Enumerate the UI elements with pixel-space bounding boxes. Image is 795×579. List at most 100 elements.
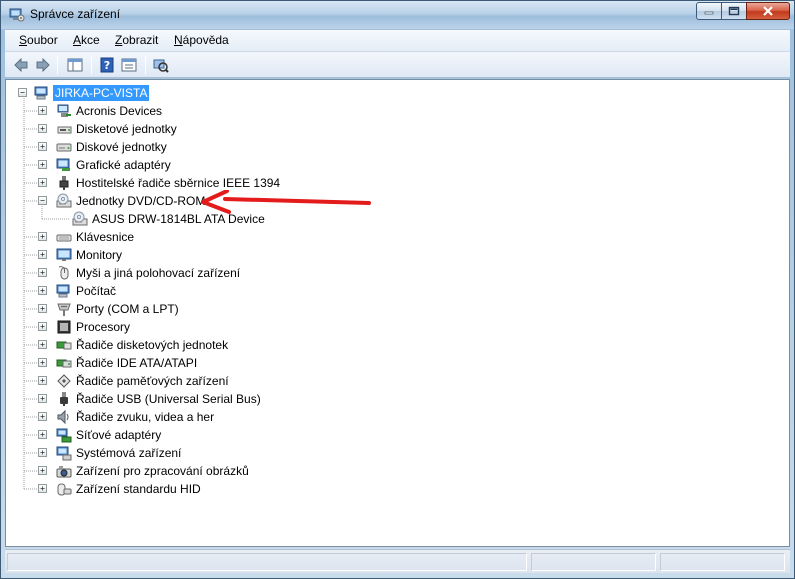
tree-expand-toggle[interactable]: + [38,268,47,277]
back-icon [14,58,28,72]
display-adapter-icon [56,158,70,171]
tree-item-label: Řadiče paměťových zařízení [76,374,229,388]
tree-category-item[interactable]: + Diskové jednotky [6,138,789,156]
tree-category-item[interactable]: + Řadiče zvuku, videa a her [6,408,789,426]
minimize-button[interactable] [696,2,722,20]
storage-controller-icon [57,374,71,388]
tree-category-item[interactable]: + Řadiče paměťových zařízení [6,372,789,390]
tree-expand-toggle[interactable]: + [38,124,47,133]
tree-device-item[interactable]: ASUS DRW-1814BL ATA Device [6,210,789,228]
tree-root-label: JIRKA-PC-VISTA [53,85,150,101]
device-manager-window: Správce zařízení Soubor Akce Zobrazit Ná… [0,0,795,579]
status-pane-tertiary [660,553,785,571]
tree-collapse-toggle[interactable]: − [38,196,47,205]
forward-button[interactable] [33,56,53,74]
properties-button[interactable] [119,56,139,74]
help-button[interactable]: ? [97,56,117,74]
tree-item-label: Systémová zařízení [76,446,182,460]
tree-category-item[interactable]: + Systémová zařízení [6,444,789,462]
tree-category-item[interactable]: + Hostitelské řadiče sběrnice IEEE 1394 [6,174,789,192]
tree-category-item[interactable]: + Acronis Devices [6,102,789,120]
tree-expand-toggle[interactable]: + [38,322,47,331]
tree-item-label: Řadiče zvuku, videa a her [76,410,215,424]
tree-category-item[interactable]: + Myši a jiná polohovací zařízení [6,264,789,282]
tree-expand-toggle[interactable]: + [38,142,47,151]
tree-item-label: Počítač [76,284,117,298]
tree-item-label: Řadiče IDE ATA/ATAPI [76,356,198,370]
tree-expand-toggle[interactable]: + [38,466,47,475]
svg-text:?: ? [104,59,110,72]
close-button[interactable] [746,2,790,20]
toolbar-separator [91,56,92,74]
tree-item-label: Acronis Devices [76,104,163,118]
tree-collapse-toggle[interactable]: − [18,88,27,97]
forward-icon [36,58,50,72]
tree-category-item[interactable]: + Řadiče USB (Universal Serial Bus) [6,390,789,408]
tree-item-label: Řadiče disketových jednotek [76,338,229,352]
menu-soubor[interactable]: Soubor [19,33,58,47]
tree-category-item[interactable]: + Zařízení standardu HID [6,480,789,498]
tree-expand-toggle[interactable]: + [38,412,47,421]
tree-item-label: Procesory [76,320,131,334]
tree-item-label: Klávesnice [76,230,135,244]
tree-category-item[interactable]: + Disketové jednotky [6,120,789,138]
help-icon: ? [100,57,114,73]
scan-hardware-button[interactable] [151,56,171,74]
show-hide-console-tree-button[interactable] [65,56,85,74]
tree-category-item[interactable]: + Grafické adaptéry [6,156,789,174]
tree-expand-toggle[interactable]: + [38,286,47,295]
device-tree-pane[interactable]: − JIRKA-PC-VISTA + Acronis Devices + Disket… [5,79,790,547]
menu-napoveda[interactable]: Nápověda [174,33,229,47]
back-button[interactable] [11,56,31,74]
tree-expand-toggle[interactable]: + [38,358,47,367]
tree-item-label: Řadiče USB (Universal Serial Bus) [76,392,261,406]
tree-category-item[interactable]: + Počítač [6,282,789,300]
tree-expand-toggle[interactable]: + [38,394,47,403]
tree-expand-toggle[interactable]: + [38,250,47,259]
network-adapter-icon [56,428,72,443]
tree-item-label: Hostitelské řadiče sběrnice IEEE 1394 [76,176,281,190]
tree-root[interactable]: − JIRKA-PC-VISTA [6,84,789,102]
device-icon [57,104,71,117]
tree-category-item[interactable]: − Jednotky DVD/CD-ROM [6,192,789,210]
tree-expand-toggle[interactable]: + [38,106,47,115]
tree-expand-toggle[interactable]: + [38,376,47,385]
tree-item-label: Myši a jiná polohovací zařízení [76,266,241,280]
maximize-button[interactable] [721,2,747,20]
tree-category-item[interactable]: + Síťové adaptéry [6,426,789,444]
menu-akce[interactable]: Akce [73,33,100,47]
tree-expand-toggle[interactable]: + [38,340,47,349]
dvd-drive-icon [56,193,72,208]
window-title: Správce zařízení [30,7,121,21]
hid-icon [57,483,72,496]
tree-expand-toggle[interactable]: + [38,484,47,493]
tree-item-label: Porty (COM a LPT) [76,302,179,316]
tree-category-item[interactable]: + Klávesnice [6,228,789,246]
dvd-drive-icon [72,211,88,226]
status-pane-secondary [531,553,656,571]
tree-expand-toggle[interactable]: + [38,160,47,169]
properties-icon [121,58,137,72]
tree-category-item[interactable]: + Monitory [6,246,789,264]
tree-expand-toggle[interactable]: + [38,448,47,457]
tree-expand-toggle[interactable]: + [38,430,47,439]
floppy-controller-icon [56,341,72,350]
tree-expand-toggle[interactable]: + [38,304,47,313]
status-bar [5,549,790,573]
tree-expand-toggle[interactable]: + [38,232,47,241]
computer-icon [56,284,70,298]
system-device-icon [56,446,72,461]
tree-category-item[interactable]: + Řadiče disketových jednotek [6,336,789,354]
tree-category-item[interactable]: + Řadiče IDE ATA/ATAPI [6,354,789,372]
title-bar[interactable]: Správce zařízení [1,1,794,29]
tree-expand-toggle[interactable]: + [38,178,47,187]
menu-zobrazit[interactable]: Zobrazit [115,33,158,47]
disk-drive-icon [56,143,72,152]
tree-category-item[interactable]: + Zařízení pro zpracování obrázků [6,462,789,480]
mouse-icon [58,266,69,280]
monitor-icon [56,248,72,261]
ide-controller-icon [56,359,72,368]
toolbar-separator [145,56,146,74]
tree-category-item[interactable]: + Procesory [6,318,789,336]
tree-category-item[interactable]: + Porty (COM a LPT) [6,300,789,318]
